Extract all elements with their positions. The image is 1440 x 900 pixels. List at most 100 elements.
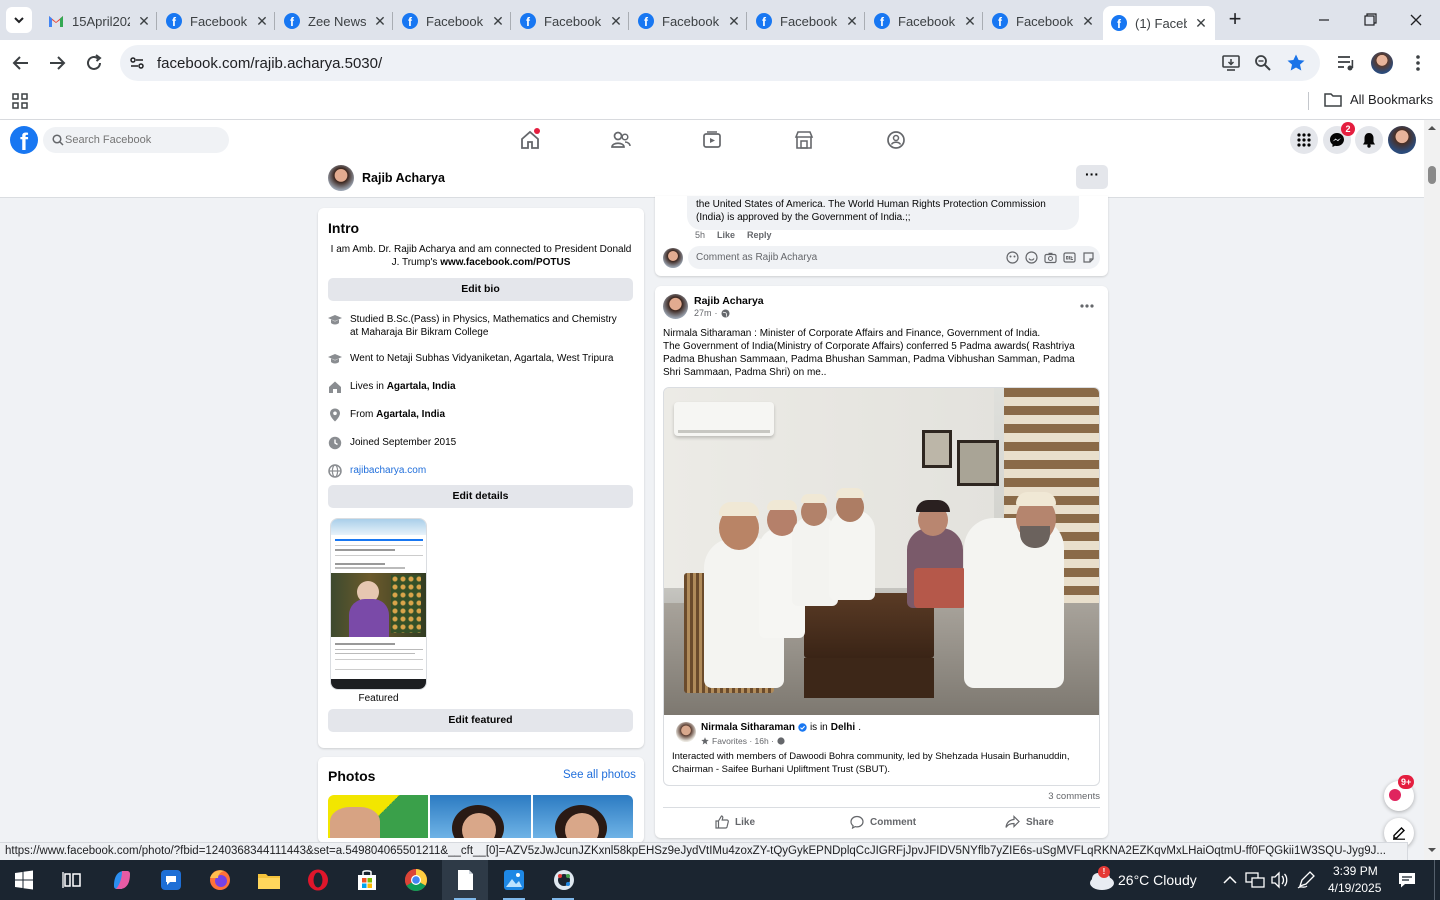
weather-text[interactable]: 26°C Cloudy — [1118, 872, 1197, 888]
share-button[interactable]: Share — [1005, 815, 1054, 829]
photo-thumbnail[interactable] — [430, 795, 531, 838]
maximize-button[interactable] — [1358, 12, 1382, 28]
news-widget-button[interactable]: 9+ — [1384, 775, 1415, 811]
browser-tab[interactable]: 15April2025 ✕ — [40, 6, 158, 36]
comment-input[interactable]: Comment as Rajib Acharya — [688, 246, 1100, 269]
file-explorer-icon[interactable] — [255, 866, 283, 894]
website-link[interactable]: rajibacharya.com — [350, 464, 620, 477]
photos-app-icon[interactable] — [500, 866, 528, 894]
close-tab-icon[interactable]: ✕ — [138, 13, 150, 30]
account-avatar[interactable] — [1388, 126, 1416, 154]
network-icon[interactable] — [1245, 871, 1265, 889]
browser-tab[interactable]: f Facebook ✕ — [748, 6, 866, 36]
photo-thumbnail[interactable] — [328, 795, 428, 838]
notifications-center-icon[interactable] — [1397, 870, 1417, 890]
profile-avatar[interactable] — [1371, 52, 1393, 74]
close-tab-icon[interactable]: ✕ — [964, 13, 976, 30]
scroll-down-icon[interactable] — [1428, 846, 1436, 854]
clock-time[interactable]: 3:39 PM — [1333, 864, 1378, 878]
install-app-icon[interactable] — [1221, 54, 1241, 72]
all-bookmarks-button[interactable]: All Bookmarks — [1324, 92, 1433, 107]
opera-icon[interactable] — [304, 866, 332, 894]
notifications-button[interactable] — [1355, 126, 1383, 154]
edit-details-button[interactable]: Edit details — [328, 485, 633, 508]
close-tab-icon[interactable]: ✕ — [846, 13, 858, 30]
comments-count[interactable]: 3 comments — [1048, 791, 1100, 802]
chat-app-icon[interactable] — [157, 866, 185, 894]
scrollbar-thumb[interactable] — [1428, 166, 1436, 184]
browser-tab[interactable]: f Facebook ✕ — [630, 6, 748, 36]
close-window-button[interactable] — [1404, 12, 1428, 28]
apps-grid-icon[interactable] — [12, 93, 28, 109]
profile-more-button[interactable]: ··· — [1076, 165, 1108, 189]
minimize-button[interactable] — [1312, 12, 1336, 28]
browser-tab[interactable]: f Facebook ✕ — [394, 6, 512, 36]
comment-button[interactable]: Comment — [850, 815, 916, 829]
browser-tab[interactable]: f Facebook ✕ — [512, 6, 630, 36]
task-view-icon[interactable] — [58, 866, 86, 894]
reload-button[interactable] — [83, 52, 105, 74]
close-tab-icon[interactable]: ✕ — [728, 13, 740, 30]
gif-icon[interactable] — [1063, 251, 1076, 264]
shared-post[interactable]: Nirmala Sitharaman is in Delhi. Favorite… — [663, 387, 1100, 786]
menu-kebab-icon[interactable] — [1410, 53, 1426, 73]
facebook-search[interactable] — [43, 127, 229, 153]
volume-icon[interactable] — [1270, 871, 1290, 889]
forward-button[interactable] — [46, 52, 68, 74]
tab-search-button[interactable] — [6, 7, 32, 33]
sticker-icon[interactable] — [1082, 251, 1095, 264]
chevron-up-icon[interactable] — [1222, 873, 1238, 887]
avatar-sticker-icon[interactable] — [1006, 251, 1019, 264]
emoji-icon[interactable] — [1025, 251, 1038, 264]
facebook-logo[interactable]: f — [10, 126, 38, 154]
browser-tab[interactable]: f Facebook ✕ — [984, 6, 1102, 36]
camera-icon[interactable] — [1044, 251, 1057, 264]
browser-tab[interactable]: f Facebook ✕ — [158, 6, 276, 36]
see-all-photos-link[interactable]: See all photos — [563, 769, 636, 781]
menu-button[interactable] — [1290, 126, 1318, 154]
edit-featured-button[interactable]: Edit featured — [328, 709, 633, 732]
back-button[interactable] — [10, 52, 32, 74]
post-time[interactable]: 27m — [694, 308, 712, 318]
browser-tab[interactable]: f Zee News ✕ — [276, 6, 394, 36]
windows-start-icon[interactable] — [10, 866, 38, 894]
edit-bio-button[interactable]: Edit bio — [328, 278, 633, 301]
close-tab-icon[interactable]: ✕ — [610, 13, 622, 30]
groups-icon[interactable] — [885, 129, 907, 151]
close-tab-icon[interactable]: ✕ — [374, 13, 386, 30]
browser-tab-active[interactable]: f (1) Facebook ✕ — [1103, 6, 1215, 40]
shared-place[interactable]: Delhi — [831, 722, 855, 733]
post-author-avatar[interactable] — [663, 294, 688, 319]
friends-icon[interactable] — [610, 129, 632, 151]
bookmark-star-icon[interactable] — [1286, 53, 1306, 73]
zoom-icon[interactable] — [1254, 54, 1272, 72]
featured-thumbnail[interactable] — [330, 518, 427, 690]
pen-icon[interactable] — [1296, 870, 1316, 890]
new-tab-button[interactable]: + — [1224, 8, 1246, 30]
like-button[interactable]: Like — [715, 815, 755, 829]
firefox-icon[interactable] — [206, 866, 234, 894]
chrome-icon[interactable] — [402, 866, 430, 894]
site-settings-icon[interactable] — [129, 55, 145, 71]
close-tab-icon[interactable]: ✕ — [1082, 13, 1094, 30]
shared-author-avatar[interactable] — [676, 722, 696, 742]
post-options-icon[interactable] — [1080, 303, 1094, 309]
address-bar[interactable]: facebook.com/rajib.acharya.5030/ — [120, 45, 1320, 81]
close-tab-icon[interactable]: ✕ — [256, 13, 268, 30]
bio-link[interactable]: www.facebook.com/POTUS — [440, 257, 570, 268]
media-control-icon[interactable] — [1336, 53, 1356, 73]
close-tab-icon[interactable]: ✕ — [492, 13, 504, 30]
clock-date[interactable]: 4/19/2025 — [1328, 881, 1381, 895]
copilot-icon[interactable] — [108, 866, 136, 894]
microsoft-store-icon[interactable] — [353, 866, 381, 894]
close-tab-icon[interactable]: ✕ — [1195, 15, 1207, 32]
marketplace-icon[interactable] — [793, 129, 815, 151]
search-input[interactable] — [65, 131, 223, 149]
page-scrollbar[interactable] — [1424, 120, 1440, 860]
profile-avatar-small[interactable] — [328, 165, 354, 191]
comment-like-link[interactable]: Like — [717, 230, 735, 240]
shared-post-photo[interactable] — [664, 388, 1099, 715]
shared-author-name[interactable]: Nirmala Sitharaman — [701, 722, 795, 733]
paint-app-icon[interactable] — [550, 866, 578, 894]
post-author-name[interactable]: Rajib Acharya — [694, 295, 764, 307]
